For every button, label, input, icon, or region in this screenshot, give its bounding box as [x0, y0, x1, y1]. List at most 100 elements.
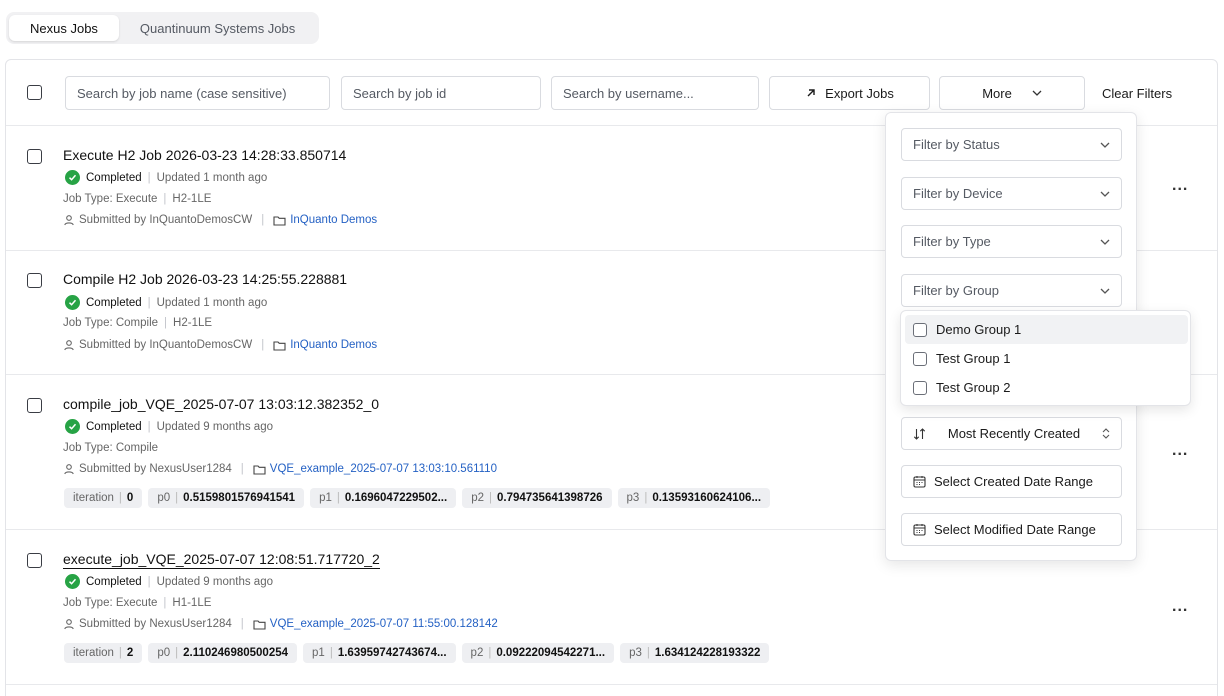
param-chip: iteration | 2 [64, 643, 143, 663]
more-filters-button[interactable]: More [939, 76, 1085, 110]
divider: | [147, 575, 151, 588]
job-type: Job Type: Compile [63, 317, 159, 329]
project-link[interactable]: InQuanto Demos [290, 339, 377, 351]
folder-icon [253, 464, 266, 475]
project-link[interactable]: InQuanto Demos [290, 214, 377, 226]
job-row-checkbox[interactable] [27, 273, 42, 288]
job-status: Completed | Updated 9 months ago [65, 419, 273, 434]
search-username-input[interactable]: Search by username... [551, 76, 759, 110]
divider: | [118, 647, 122, 659]
sort-select[interactable]: Most Recently Created [901, 417, 1122, 450]
folder-icon [273, 215, 286, 226]
divider: | [163, 597, 167, 609]
job-row-checkbox[interactable] [27, 149, 42, 164]
job-params: iteration | 2 p0 | 2.110246980500254 p1 | 1.63… [64, 643, 770, 663]
status-text: Completed [86, 171, 142, 184]
divider: | [175, 492, 179, 504]
filter-device-select[interactable]: Filter by Device [901, 177, 1122, 210]
status-text: Completed [86, 420, 142, 433]
check-circle-icon [65, 170, 80, 185]
divider: | [147, 171, 151, 184]
export-jobs-button[interactable]: Export Jobs [769, 76, 930, 110]
job-submitted-line: Submitted by InQuantoDemosCW | InQuanto … [63, 214, 377, 226]
group-option-label: Test Group 1 [936, 351, 1011, 366]
param-key: p3 [626, 492, 640, 504]
param-value: 2.110246980500254 [183, 647, 289, 659]
folder-icon [253, 619, 266, 630]
group-option[interactable]: Test Group 1 [905, 344, 1188, 373]
job-title[interactable]: compile_job_VQE_2025-07-07 13:03:12.3823… [63, 396, 379, 412]
group-option-label: Demo Group 1 [936, 322, 1022, 337]
check-circle-icon [65, 419, 80, 434]
tab-quantinuum-systems-jobs[interactable]: Quantinuum Systems Jobs [119, 15, 316, 41]
search-job-id-input[interactable]: Search by job id [341, 76, 541, 110]
param-chip: p3 | 1.634124228193322 [620, 643, 770, 663]
divider: | [329, 647, 333, 659]
divider: | [147, 296, 151, 309]
modified-date-range-label: Select Modified Date Range [934, 522, 1096, 537]
submitted-by: Submitted by InQuantoDemosCW [79, 214, 253, 226]
check-circle-icon [65, 574, 80, 589]
divider: | [644, 492, 648, 504]
param-chip: p0 | 2.110246980500254 [148, 643, 298, 663]
row-menu-button[interactable]: ... [1172, 177, 1188, 195]
group-option-checkbox[interactable] [913, 351, 927, 366]
submitted-by: Submitted by NexusUser1284 [79, 463, 232, 475]
updated-text: Updated 9 months ago [156, 420, 273, 433]
param-key: iteration [73, 647, 114, 659]
project-link[interactable]: VQE_example_2025-07-07 11:55:00.128142 [270, 618, 498, 630]
param-chip: p0 | 0.5159801576941541 [148, 488, 305, 508]
group-option-checkbox[interactable] [913, 380, 927, 395]
divider: | [240, 618, 244, 630]
status-text: Completed [86, 296, 142, 309]
filter-type-select[interactable]: Filter by Type [901, 225, 1122, 258]
filter-group-select[interactable]: Filter by Group [901, 274, 1122, 307]
tab-nexus-jobs[interactable]: Nexus Jobs [9, 15, 119, 41]
divider: | [336, 492, 340, 504]
job-type-line: Job Type: Execute | H2-1LE [63, 193, 211, 205]
submitted-by: Submitted by InQuantoDemosCW [79, 339, 253, 351]
group-option[interactable]: Test Group 2 [905, 373, 1188, 402]
divider: | [163, 193, 167, 205]
select-all-checkbox[interactable] [27, 85, 42, 100]
param-value: 0.13593160624106... [652, 492, 762, 504]
user-icon [64, 340, 74, 351]
job-source-tabs: Nexus Jobs Quantinuum Systems Jobs [6, 12, 320, 44]
row-menu-button[interactable]: ... [1172, 442, 1188, 460]
job-status: Completed | Updated 1 month ago [65, 170, 267, 185]
filter-status-label: Filter by Status [913, 137, 1000, 152]
row-menu-button[interactable]: ... [1172, 598, 1188, 616]
modified-date-range-button[interactable]: Select Modified Date Range [901, 513, 1122, 546]
param-key: p3 [629, 647, 642, 659]
chevron-down-icon [1100, 288, 1110, 294]
divider: | [175, 647, 179, 659]
created-date-range-button[interactable]: Select Created Date Range [901, 465, 1122, 498]
param-chip: iteration | 0 [64, 488, 143, 508]
user-icon [64, 619, 74, 630]
job-row-checkbox[interactable] [27, 553, 42, 568]
param-key: p1 [312, 647, 325, 659]
chevron-down-icon [1100, 239, 1110, 245]
group-option-checkbox[interactable] [913, 322, 927, 337]
filter-status-select[interactable]: Filter by Status [901, 128, 1122, 161]
param-chip: p1 | 1.63959742743674... [303, 643, 456, 663]
job-title[interactable]: Compile H2 Job 2026-03-23 14:25:55.22888… [63, 271, 347, 287]
job-type-line: Job Type: Compile | H2-1LE [63, 317, 212, 329]
job-type: Job Type: Compile [63, 442, 159, 454]
updated-text: Updated 9 months ago [156, 575, 273, 588]
search-job-name-input[interactable]: Search by job name (case sensitive) [65, 76, 330, 110]
submitted-by: Submitted by NexusUser1284 [79, 618, 232, 630]
clear-filters-button[interactable]: Clear Filters [1102, 76, 1172, 110]
filter-group-label: Filter by Group [913, 283, 999, 298]
divider: | [488, 647, 492, 659]
param-value: 1.63959742743674... [337, 647, 447, 659]
job-device: H1-1LE [172, 597, 212, 609]
job-device: H2-1LE [173, 317, 213, 329]
job-row-checkbox[interactable] [27, 398, 42, 413]
job-title[interactable]: Execute H2 Job 2026-03-23 14:28:33.85071… [63, 147, 346, 163]
user-icon [64, 215, 74, 226]
job-title[interactable]: execute_job_VQE_2025-07-07 12:08:51.7177… [63, 551, 380, 569]
job-submitted-line: Submitted by InQuantoDemosCW | InQuanto … [63, 339, 377, 351]
project-link[interactable]: VQE_example_2025-07-07 13:03:10.561110 [270, 463, 497, 475]
group-option[interactable]: Demo Group 1 [905, 315, 1188, 344]
